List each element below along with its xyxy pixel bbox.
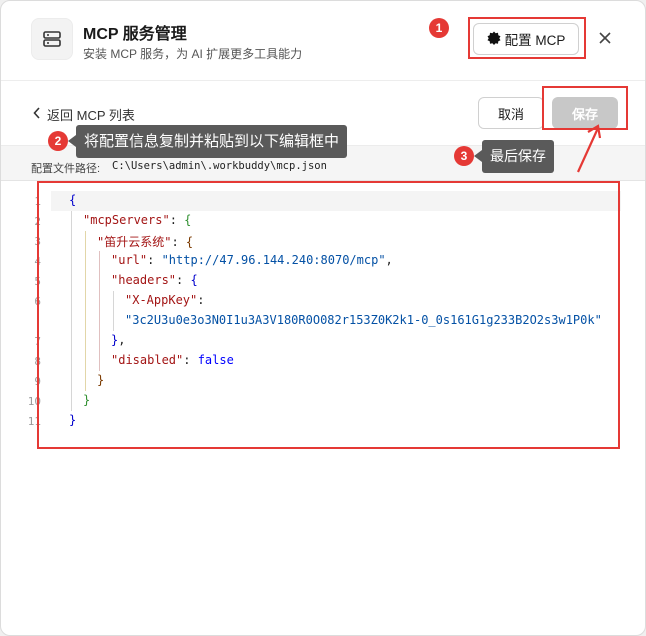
instruction-callout-save: 最后保存 (482, 140, 554, 173)
cancel-button[interactable]: 取消 (478, 97, 544, 129)
annotation-badge-1: 1 (429, 18, 449, 38)
close-icon[interactable] (595, 28, 615, 48)
annotation-box-editor (37, 181, 620, 449)
callout-pointer-icon (474, 150, 482, 162)
annotation-badge-2: 2 (48, 131, 68, 151)
config-path-value: C:\Users\admin\.workbuddy\mcp.json (112, 160, 327, 172)
back-label: 返回 MCP 列表 (47, 108, 135, 123)
dialog-title: MCP 服务管理 (83, 26, 187, 43)
back-to-mcp-list-link[interactable]: 返回 MCP 列表 (33, 105, 135, 124)
config-path-label: 配置文件路径: (31, 163, 101, 175)
annotation-arrow-icon (576, 124, 602, 173)
chevron-left-icon (33, 107, 41, 122)
instruction-callout-paste: 将配置信息复制并粘贴到以下编辑框中 (76, 125, 348, 158)
callout-pointer-icon (68, 135, 76, 147)
annotation-box-config (468, 17, 586, 59)
header-divider (1, 80, 645, 81)
dialog-subtitle: 安装 MCP 服务，为 AI 扩展更多工具能力 (83, 47, 303, 61)
server-icon (31, 18, 73, 60)
annotation-badge-3: 3 (454, 146, 474, 166)
